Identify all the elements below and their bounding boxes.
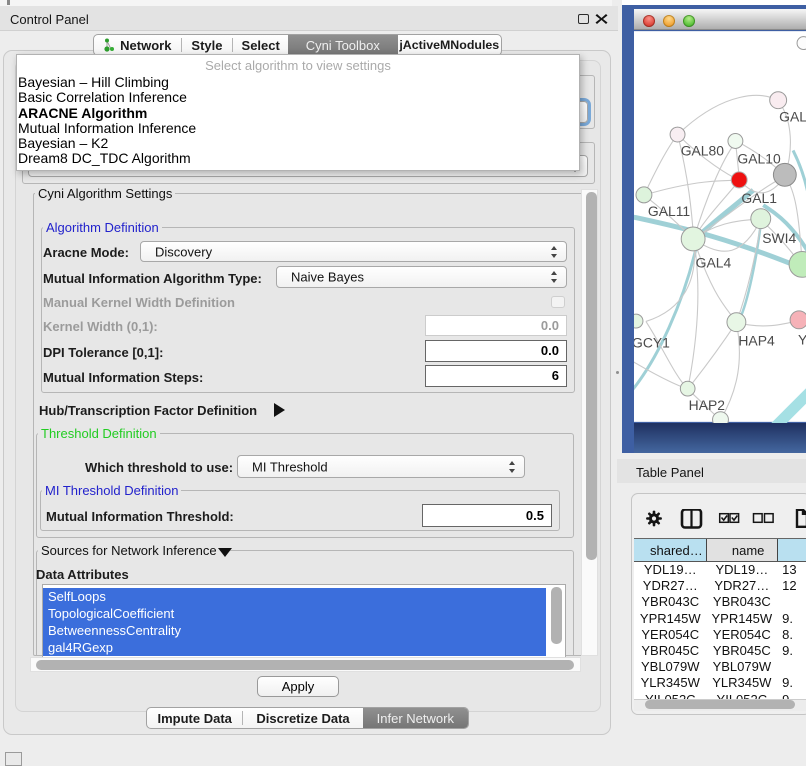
svg-text:GAL10: GAL10 bbox=[737, 150, 781, 166]
svg-text:Y: Y bbox=[798, 331, 806, 347]
svg-text:GAL7: GAL7 bbox=[779, 109, 806, 125]
svg-text:GAL1: GAL1 bbox=[741, 190, 777, 206]
svg-text:GAL4: GAL4 bbox=[696, 255, 732, 271]
svg-text:HAP4: HAP4 bbox=[738, 332, 775, 348]
svg-text:HAP2: HAP2 bbox=[689, 397, 726, 413]
svg-text:SWI4: SWI4 bbox=[762, 230, 796, 246]
svg-text:GAL80: GAL80 bbox=[681, 142, 725, 158]
svg-text:GAL11: GAL11 bbox=[648, 203, 691, 219]
svg-text:GCY1: GCY1 bbox=[634, 334, 670, 350]
